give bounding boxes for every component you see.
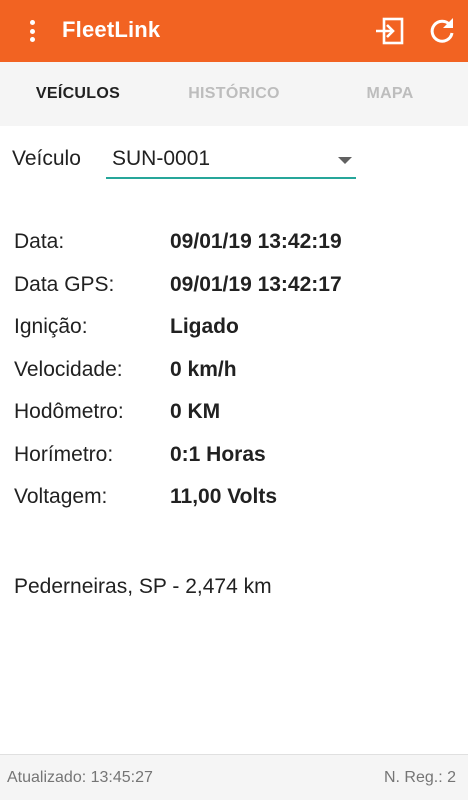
info-value: 0 KM xyxy=(170,400,221,424)
more-vert-icon[interactable] xyxy=(18,16,46,46)
vehicle-dropdown-value: SUN-0001 xyxy=(112,147,211,170)
info-row-horimetro: Horímetro: 0:1 Horas xyxy=(14,434,454,477)
info-key: Ignição: xyxy=(14,315,88,339)
status-footer: Atualizado: 13:45:27 N. Reg.: 2 xyxy=(0,754,468,800)
info-row-voltagem: Voltagem: 11,00 Volts xyxy=(14,476,454,519)
vehicle-selector: Veículo SUN-0001 xyxy=(12,145,362,181)
app-title: FleetLink xyxy=(62,17,161,42)
updated-time: Atualizado: 13:45:27 xyxy=(7,769,153,786)
info-value: Ligado xyxy=(170,315,239,339)
info-key: Data GPS: xyxy=(14,272,115,296)
info-value: 09/01/19 13:42:19 xyxy=(170,230,342,254)
info-value: 0 km/h xyxy=(170,357,237,381)
info-key: Voltagem: xyxy=(14,485,108,509)
tab-mapa[interactable]: MAPA xyxy=(312,62,468,126)
record-count: N. Reg.: 2 xyxy=(383,769,456,786)
info-row-data: Data: 09/01/19 13:42:19 xyxy=(14,221,454,264)
refresh-icon[interactable] xyxy=(426,15,458,47)
vehicle-dropdown[interactable]: SUN-0001 xyxy=(106,145,356,179)
tab-veiculos[interactable]: VEÍCULOS xyxy=(0,62,156,126)
info-value: 11,00 Volts xyxy=(170,485,278,509)
info-value: 09/01/19 13:42:17 xyxy=(170,272,342,296)
dropdown-arrow-icon[interactable] xyxy=(338,157,352,164)
tab-bar: VEÍCULOS HISTÓRICO MAPA xyxy=(0,62,468,126)
info-row-hodometro: Hodômetro: 0 KM xyxy=(14,391,454,434)
location-text: Pederneiras, SP - 2,474 km xyxy=(14,575,272,598)
info-key: Hodômetro: xyxy=(14,400,124,424)
info-row-data-gps: Data GPS: 09/01/19 13:42:17 xyxy=(14,264,454,307)
login-icon[interactable] xyxy=(374,15,406,47)
vehicle-label: Veículo xyxy=(12,147,81,170)
info-key: Data: xyxy=(14,230,65,254)
app-bar: FleetLink xyxy=(0,0,468,62)
info-row-ignicao: Ignição: Ligado xyxy=(14,306,454,349)
info-row-velocidade: Velocidade: 0 km/h xyxy=(14,349,454,392)
info-value: 0:1 Horas xyxy=(170,442,266,466)
info-key: Velocidade: xyxy=(14,357,123,381)
info-key: Horímetro: xyxy=(14,442,114,466)
tab-historico[interactable]: HISTÓRICO xyxy=(156,62,312,126)
vehicle-info-list: Data: 09/01/19 13:42:19 Data GPS: 09/01/… xyxy=(14,221,454,519)
